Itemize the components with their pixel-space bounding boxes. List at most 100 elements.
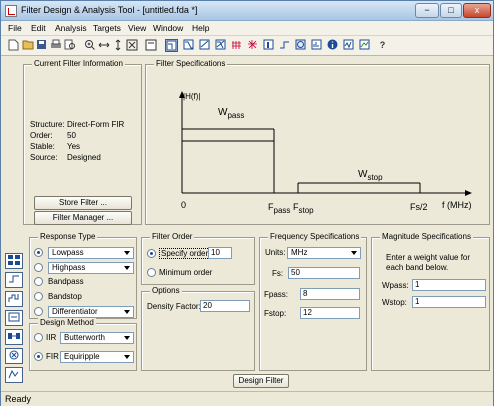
window-title: Filter Design & Analysis Tool - [untitle…	[21, 5, 198, 15]
structure-label: Structure:	[30, 120, 65, 129]
specify-order-label: Specify order:	[159, 248, 213, 259]
status-text: Ready	[5, 394, 32, 404]
menu-file[interactable]: File	[8, 23, 22, 33]
lowpass-radio[interactable]	[34, 248, 43, 257]
stable-label: Stable:	[30, 142, 55, 151]
minimum-order-label: Minimum order	[159, 268, 213, 277]
iir-label: IIR	[46, 333, 57, 342]
zoom-x-icon[interactable]	[97, 39, 110, 52]
wstop-weight-field[interactable]: 1	[412, 296, 486, 308]
menu-analysis[interactable]: Analysis	[55, 23, 87, 33]
magnitude-specifications-panel: Magnitude Specifications Enter a weight …	[371, 232, 490, 371]
iir-method-dropdown[interactable]: Butterworth	[60, 332, 134, 344]
source-label: Source:	[30, 153, 58, 162]
group-delay-icon[interactable]	[230, 39, 243, 52]
density-factor-field[interactable]: 20	[200, 300, 250, 312]
import-filter-icon[interactable]	[5, 310, 23, 326]
zoom-in-icon[interactable]	[83, 39, 96, 52]
design-filter-mode-icon[interactable]	[5, 253, 23, 269]
design-filter-button[interactable]: Design Filter	[233, 374, 289, 388]
differentiator-dropdown-value: Differentiator	[52, 307, 98, 316]
filter-spec-diagram	[179, 91, 472, 196]
fstop-field[interactable]: 12	[300, 307, 360, 319]
print-icon[interactable]	[49, 39, 62, 52]
magnitude-response-icon[interactable]	[182, 39, 195, 52]
whats-this-help-icon[interactable]: ?	[376, 39, 389, 52]
chevron-down-icon	[123, 308, 132, 316]
highpass-radio[interactable]	[34, 263, 43, 272]
structure-value: Direct-Form FIR	[67, 120, 125, 129]
phase-delay-icon[interactable]	[246, 39, 259, 52]
menu-window[interactable]: Window	[153, 23, 183, 33]
fir-label: FIR	[46, 352, 59, 361]
pole-zero-editor-icon[interactable]	[5, 348, 23, 364]
new-icon[interactable]	[7, 39, 20, 52]
menu-view[interactable]: View	[128, 23, 146, 33]
maximize-button[interactable]: □	[440, 3, 462, 18]
lowpass-dropdown[interactable]: Lowpass	[48, 247, 134, 259]
impulse-response-icon[interactable]	[262, 39, 275, 52]
source-value: Designed	[67, 153, 101, 162]
quantize-icon[interactable]	[5, 291, 23, 307]
minimum-order-radio[interactable]	[147, 268, 156, 277]
frequency-axis-label: f (MHz)	[442, 200, 472, 210]
side-panel	[3, 249, 25, 391]
zoom-y-icon[interactable]	[111, 39, 124, 52]
menu-edit[interactable]: Edit	[31, 23, 46, 33]
transform-filter-icon[interactable]	[5, 272, 23, 288]
specify-order-radio[interactable]	[147, 249, 156, 258]
close-button[interactable]: x	[463, 3, 491, 18]
chevron-down-icon	[123, 249, 132, 257]
toolbar: ?	[1, 36, 493, 56]
order-label: Order:	[30, 131, 53, 140]
wpass-weight-field[interactable]: 1	[412, 279, 486, 291]
fpass-label: Fpass:	[264, 290, 289, 299]
differentiator-dropdown[interactable]: Differentiator	[48, 306, 134, 318]
design-mode-icon[interactable]	[165, 39, 178, 52]
fir-radio[interactable]	[34, 352, 43, 361]
bandpass-radio[interactable]	[34, 277, 43, 286]
highpass-dropdown[interactable]: Highpass	[48, 262, 134, 274]
response-type-panel: Response Type Lowpass Highpass Bandpass …	[29, 232, 137, 319]
units-value: MHz	[291, 248, 308, 257]
iir-radio[interactable]	[34, 333, 43, 342]
legend-icon[interactable]	[144, 39, 157, 52]
phase-response-icon[interactable]	[198, 39, 211, 52]
chevron-down-icon	[123, 264, 132, 272]
noise-icon[interactable]	[342, 39, 355, 52]
menu-targets[interactable]: Targets	[93, 23, 121, 33]
units-dropdown[interactable]: MHz	[287, 247, 361, 259]
store-filter-button[interactable]: Store Filter ...	[34, 196, 132, 210]
coefficients-icon[interactable]	[310, 39, 323, 52]
fpass-field[interactable]: 8	[300, 288, 360, 300]
current-filter-title: Current Filter Information	[32, 59, 125, 68]
order-field[interactable]: 10	[208, 247, 232, 259]
fs-field[interactable]: 50	[288, 267, 360, 279]
open-icon[interactable]	[21, 39, 34, 52]
differentiator-radio[interactable]	[34, 307, 43, 316]
print-preview-icon[interactable]	[63, 39, 76, 52]
chevron-down-icon	[123, 353, 132, 361]
wstop-label: Wstop	[358, 169, 383, 182]
bandstop-label: Bandstop	[48, 292, 82, 301]
full-view-icon[interactable]	[125, 39, 138, 52]
response-type-title: Response Type	[38, 232, 98, 241]
fpass-axis-label: Fpass	[268, 202, 290, 215]
design-method-title: Design Method	[38, 318, 96, 327]
step-response-icon[interactable]	[278, 39, 291, 52]
mag-phase-icon[interactable]	[214, 39, 227, 52]
minimize-button[interactable]: −	[415, 3, 439, 18]
filter-info-icon[interactable]	[326, 39, 339, 52]
save-icon[interactable]	[35, 39, 48, 52]
pole-zero-icon[interactable]	[294, 39, 307, 52]
wstop-weight-label: Wstop:	[382, 298, 407, 307]
realize-model-icon[interactable]	[5, 329, 23, 345]
menu-bar: File Edit Analysis Targets View Window H…	[1, 21, 493, 36]
main-window: Filter Design & Analysis Tool - [untitle…	[0, 0, 494, 406]
filter-manager-button[interactable]: Filter Manager ...	[34, 211, 132, 225]
fir-method-dropdown[interactable]: Equiripple	[60, 351, 134, 363]
menu-help[interactable]: Help	[192, 23, 209, 33]
round-off-icon[interactable]	[358, 39, 371, 52]
multirate-icon[interactable]	[5, 367, 23, 383]
bandstop-radio[interactable]	[34, 292, 43, 301]
